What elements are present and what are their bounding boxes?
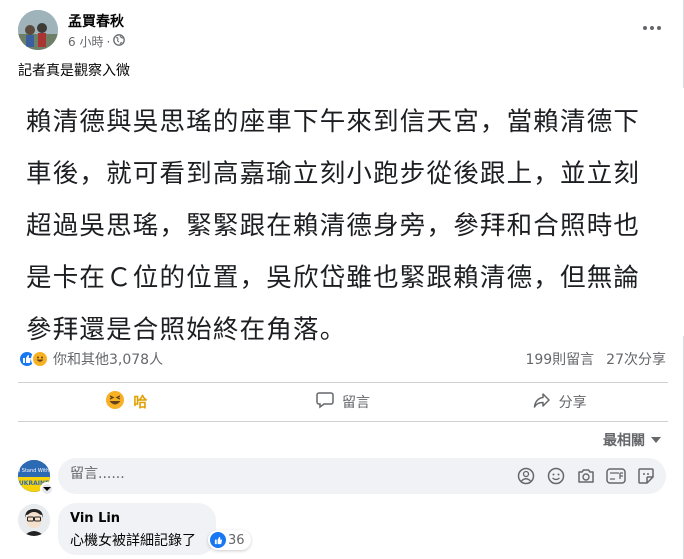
post-card: 孟買春秋 6 小時 · 記者真是觀察入微 賴清德與吳思瑤的座車下午來到信天宮，當… xyxy=(0,0,684,559)
avatar-dropdown-icon[interactable] xyxy=(40,482,54,496)
share-icon xyxy=(533,391,551,413)
sticker-icon[interactable] xyxy=(636,466,656,486)
share-count[interactable]: 27次分享 xyxy=(606,349,666,369)
comment-bubble: Vin Lin 心機女被詳細記錄了 xyxy=(58,503,216,555)
emoji-icon[interactable] xyxy=(546,466,566,486)
post-time[interactable]: 6 小時 xyxy=(68,33,103,50)
comment-sort-dropdown[interactable]: 最相關 xyxy=(603,430,661,450)
gif-icon[interactable] xyxy=(606,466,626,486)
post-header: 孟買春秋 6 小時 · xyxy=(18,10,668,52)
reaction-count[interactable]: 你和其他3,078人 xyxy=(18,346,163,372)
post-image[interactable]: 賴清德與吳思瑤的座車下午來到信天宮，當賴清德下車後，就可看到高嘉瑜立刻小跑步從後… xyxy=(0,88,684,345)
camera-icon[interactable] xyxy=(576,466,596,486)
post-image-text: 賴清德與吳思瑤的座車下午來到信天宮，當賴清德下車後，就可看到高嘉瑜立刻小跑步從後… xyxy=(26,107,641,345)
composer-tools xyxy=(516,466,656,486)
comment-composer xyxy=(58,458,666,494)
reaction-summary: 你和其他3,078人 199則留言 27次分享 xyxy=(18,346,668,372)
comment-reaction-number: 36 xyxy=(228,532,245,548)
share-button[interactable]: 分享 xyxy=(451,383,668,421)
author-avatar[interactable] xyxy=(18,10,58,50)
engagement-counts: 199則留言 27次分享 xyxy=(525,346,666,372)
comment-icon xyxy=(316,391,334,413)
badge-line-1: I Stand With xyxy=(19,468,50,474)
comment-button[interactable]: 留言 xyxy=(235,383,452,421)
comment-input[interactable] xyxy=(70,466,490,482)
reaction-count-text: 你和其他3,078人 xyxy=(53,352,164,368)
haha-reaction-icon xyxy=(31,350,49,368)
comment-count[interactable]: 199則留言 xyxy=(525,349,594,369)
haha-label: 哈 xyxy=(133,395,148,411)
like-reaction-icon xyxy=(210,532,226,548)
sort-label: 最相關 xyxy=(603,433,645,449)
share-label: 分享 xyxy=(558,395,587,411)
post-meta: 6 小時 · xyxy=(68,33,126,50)
haha-icon xyxy=(105,390,125,414)
post-caption: 記者真是觀察入微 xyxy=(18,63,130,79)
comment-reaction-count[interactable]: 36 xyxy=(208,530,251,550)
action-bar: 哈 留言 分享 xyxy=(18,382,668,422)
haha-button[interactable]: 哈 xyxy=(18,383,235,421)
commenter-name[interactable]: Vin Lin xyxy=(70,511,204,526)
comment-text: 心機女被詳細記錄了 xyxy=(70,533,196,549)
commenter-avatar[interactable] xyxy=(18,504,50,536)
author-name[interactable]: 孟買春秋 xyxy=(68,11,124,31)
caret-down-icon xyxy=(651,432,661,448)
avatar-sticker-icon[interactable] xyxy=(516,466,536,486)
more-options-button[interactable] xyxy=(640,18,664,38)
globe-icon xyxy=(113,34,126,49)
meta-separator: · xyxy=(106,34,111,49)
comment-label: 留言 xyxy=(342,395,370,411)
